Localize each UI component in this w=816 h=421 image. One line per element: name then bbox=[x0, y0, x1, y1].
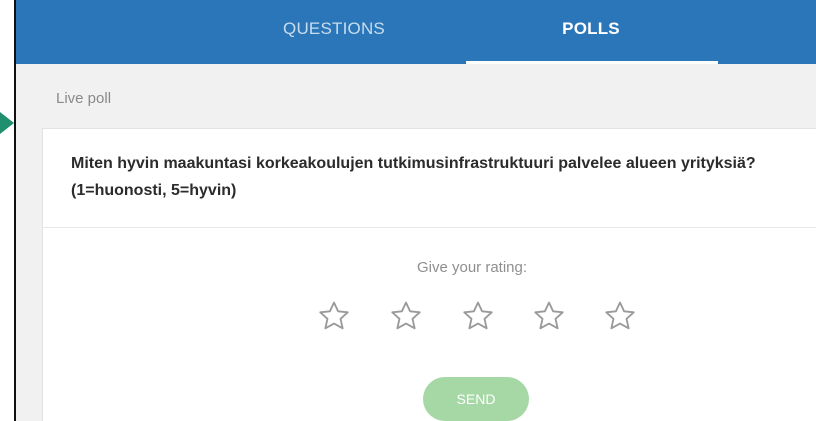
star-icon-2[interactable] bbox=[389, 299, 423, 333]
tab-bar: QUESTIONS POLLS bbox=[16, 0, 816, 64]
pointer-arrow-icon bbox=[0, 112, 14, 134]
poll-question: Miten hyvin maakuntasi korkeakoulujen tu… bbox=[71, 155, 756, 199]
tab-polls[interactable]: POLLS bbox=[466, 0, 716, 64]
star-icon-4[interactable] bbox=[532, 299, 566, 333]
poll-card: Miten hyvin maakuntasi korkeakoulujen tu… bbox=[42, 128, 816, 421]
star-icon-1[interactable] bbox=[317, 299, 351, 333]
app-frame: QUESTIONS POLLS Live poll Miten hyvin ma… bbox=[14, 0, 816, 421]
active-tab-indicator bbox=[466, 61, 718, 64]
rating-prompt: Give your rating: bbox=[416, 259, 528, 276]
star-icon-5[interactable] bbox=[603, 299, 637, 333]
divider bbox=[43, 227, 816, 228]
star-icon-3[interactable] bbox=[461, 299, 495, 333]
section-label: Live poll bbox=[56, 90, 112, 107]
send-button[interactable]: SEND bbox=[423, 377, 529, 421]
tab-questions[interactable]: QUESTIONS bbox=[274, 0, 394, 64]
